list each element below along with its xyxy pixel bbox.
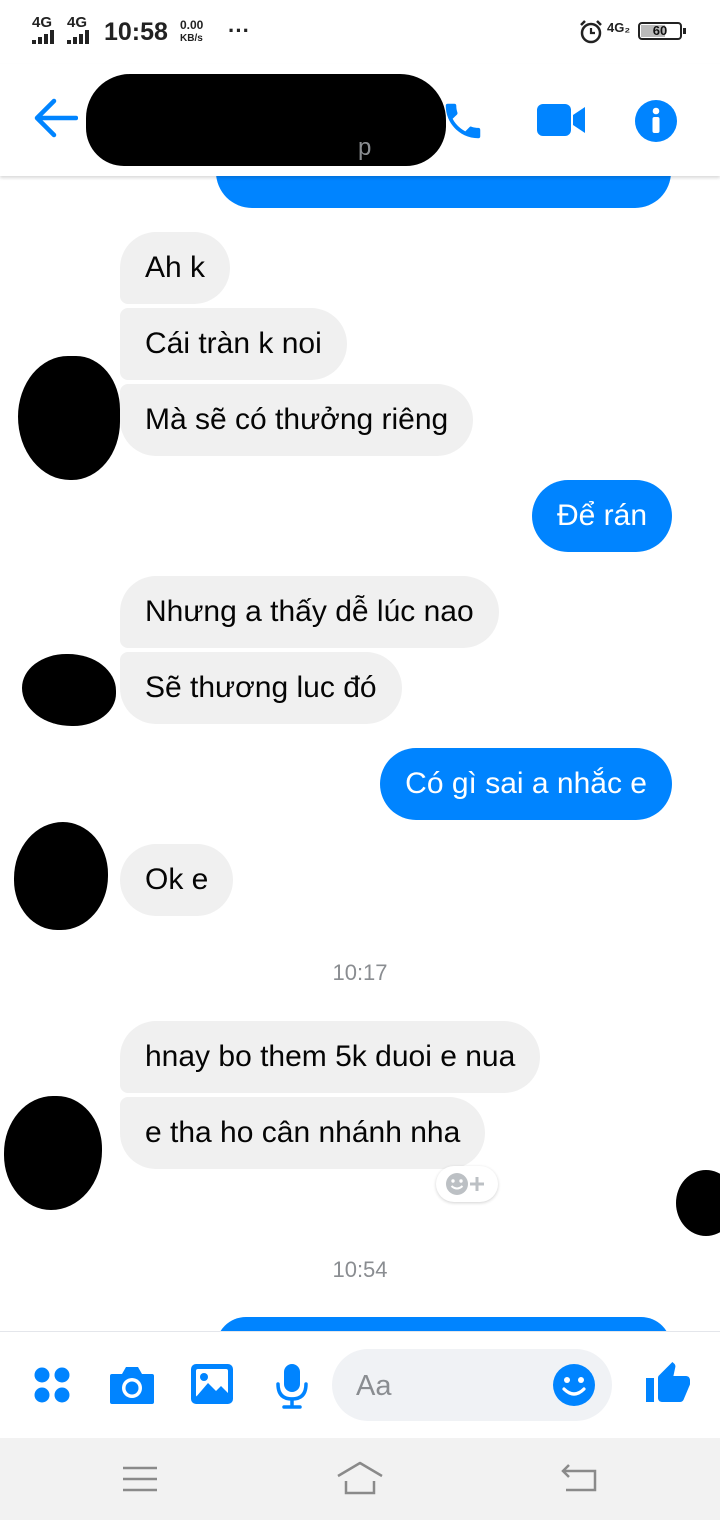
message-list[interactable]: chu Ah k Cái tràn k noi Mà sẽ có thưởng … (0, 176, 720, 1331)
redacted-avatar (4, 1096, 102, 1210)
signal-icon-1 (32, 30, 54, 44)
network-indicator-2: 4G (67, 14, 88, 31)
message-outgoing-partial[interactable] (216, 1317, 671, 1331)
network-indicator-1: 4G (32, 14, 53, 31)
battery-level: 60 (652, 23, 668, 38)
message-incoming[interactable]: Sẽ thương luc đó (120, 652, 402, 724)
message-input[interactable]: Aa (332, 1349, 612, 1421)
message-incoming[interactable]: Mà sẽ có thưởng riêng (120, 384, 474, 456)
network-indicator-right: 4G₂ (607, 20, 631, 35)
message-incoming[interactable]: e tha ho cân nhánh nha (120, 1097, 486, 1169)
redacted-contact-name (86, 74, 446, 166)
network-speed-unit: KB/s (180, 33, 203, 44)
message-incoming[interactable]: Ah k (120, 232, 231, 304)
status-bar: 4G 4G 10:58 0.00 KB/s ··· 4G₂ 60 (0, 0, 720, 64)
redacted-avatar (18, 356, 120, 480)
back-arrow-icon[interactable] (32, 97, 78, 139)
composer-bar: Aa (0, 1331, 720, 1439)
add-reaction-icon (446, 1173, 484, 1195)
apps-icon[interactable] (32, 1365, 72, 1405)
message-outgoing[interactable]: Để rán (531, 480, 672, 552)
back-icon[interactable] (560, 1462, 600, 1494)
message-outgoing[interactable]: Có gì sai a nhắc e (380, 748, 672, 820)
message-incoming[interactable]: Cái tràn k noi (120, 308, 347, 380)
contact-status: p (358, 134, 372, 161)
conversation-header: p (0, 64, 720, 176)
timestamp: 10:54 (332, 1257, 388, 1282)
alarm-icon (580, 20, 602, 44)
signal-icon-2 (67, 30, 89, 44)
timestamp: 10:17 (332, 960, 388, 985)
emoji-icon[interactable] (552, 1363, 596, 1407)
phone-icon[interactable] (440, 98, 486, 144)
camera-icon[interactable] (108, 1364, 156, 1406)
add-reaction-button[interactable] (436, 1166, 498, 1202)
redacted-avatar (22, 654, 116, 726)
video-camera-icon[interactable] (536, 102, 586, 138)
message-outgoing[interactable]: chu (216, 176, 671, 208)
message-incoming[interactable]: hnay bo them 5k duoi e nua (120, 1021, 541, 1093)
message-input-placeholder: Aa (356, 1370, 392, 1402)
system-navigation-bar (0, 1438, 720, 1520)
microphone-icon[interactable] (274, 1362, 310, 1410)
menu-icon[interactable] (122, 1466, 158, 1492)
battery-icon: 60 (638, 22, 686, 40)
clock: 10:58 (104, 18, 168, 46)
like-icon[interactable] (644, 1360, 692, 1408)
info-icon[interactable] (634, 99, 678, 143)
redacted-avatar (14, 822, 108, 930)
gallery-icon[interactable] (190, 1363, 234, 1405)
home-icon[interactable] (336, 1460, 384, 1496)
message-incoming[interactable]: Nhưng a thấy dễ lúc nao (120, 576, 499, 648)
more-notifications: ··· (228, 18, 250, 43)
redacted-element (676, 1170, 720, 1236)
network-speed-value: 0.00 (180, 18, 204, 32)
message-incoming[interactable]: Ok e (120, 844, 234, 916)
